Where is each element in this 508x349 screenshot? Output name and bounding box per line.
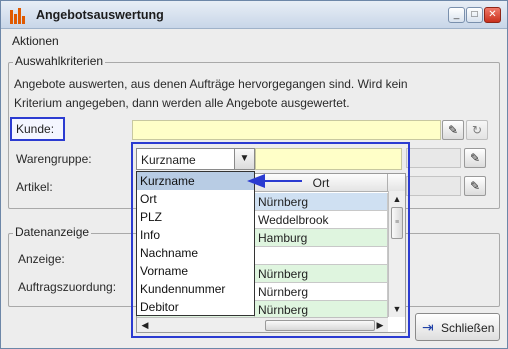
arrow-left-icon <box>247 174 302 188</box>
auftragszuordnung-label: Auftragszuordung: <box>18 280 117 294</box>
title-bar[interactable]: Angebotsauswertung _ □ ✕ <box>1 1 507 29</box>
kunde-label: Kunde: <box>16 122 55 136</box>
combo-popup-list[interactable]: Kurzname Ort PLZ Info Nachname Vorname K… <box>136 171 255 316</box>
chart-bars-icon <box>10 8 28 24</box>
menu-bar: Aktionen <box>1 30 507 51</box>
kunde-label-highlight: Kunde: <box>10 117 65 141</box>
schliessen-label: Schließen <box>441 321 495 335</box>
anzeige-label: Anzeige: <box>18 252 65 266</box>
option-kundennummer[interactable]: Kundennummer <box>137 280 254 298</box>
maximize-button[interactable]: □ <box>466 7 483 23</box>
option-vorname[interactable]: Vorname <box>137 262 254 280</box>
kunde-refresh-button[interactable]: ↻ <box>466 120 488 140</box>
option-ort[interactable]: Ort <box>137 190 254 208</box>
option-info[interactable]: Info <box>137 226 254 244</box>
minimize-button[interactable]: _ <box>448 7 465 23</box>
schliessen-button[interactable]: ⇥ Schließen <box>415 313 500 341</box>
pin-icon: ✎ <box>469 151 481 165</box>
artikel-label: Artikel: <box>16 180 53 194</box>
refresh-icon: ↻ <box>471 123 483 137</box>
kunde-field[interactable] <box>132 120 441 140</box>
menu-aktionen[interactable]: Aktionen <box>12 34 59 48</box>
door-exit-icon: ⇥ <box>422 319 434 335</box>
auswahl-description-line2: Kriterium angegeben, dann werden alle An… <box>14 96 350 110</box>
option-kurzname[interactable]: Kurzname <box>137 172 254 190</box>
option-debitor[interactable]: Debitor <box>137 298 254 316</box>
kunde-pin-button[interactable]: ✎ <box>442 120 464 140</box>
close-button[interactable]: ✕ <box>484 7 501 23</box>
pin-icon: ✎ <box>469 179 481 193</box>
warengruppe-label: Warengruppe: <box>16 152 92 166</box>
artikel-pin-button[interactable]: ✎ <box>464 176 486 196</box>
daten-group-title: Datenanzeige <box>13 225 92 239</box>
warengruppe-extra-field <box>406 148 461 168</box>
option-plz[interactable]: PLZ <box>137 208 254 226</box>
auswahl-description-line1: Angebote auswerten, aus denen Aufträge h… <box>14 77 408 91</box>
option-nachname[interactable]: Nachname <box>137 244 254 262</box>
warengruppe-pin-button[interactable]: ✎ <box>464 148 486 168</box>
artikel-field[interactable] <box>406 176 461 196</box>
window-title: Angebotsauswertung <box>36 8 164 22</box>
pin-icon: ✎ <box>447 123 459 137</box>
auswahl-group-title: Auswahlkriterien <box>13 54 106 68</box>
main-window: Angebotsauswertung _ □ ✕ Aktionen Auswah… <box>0 0 508 349</box>
